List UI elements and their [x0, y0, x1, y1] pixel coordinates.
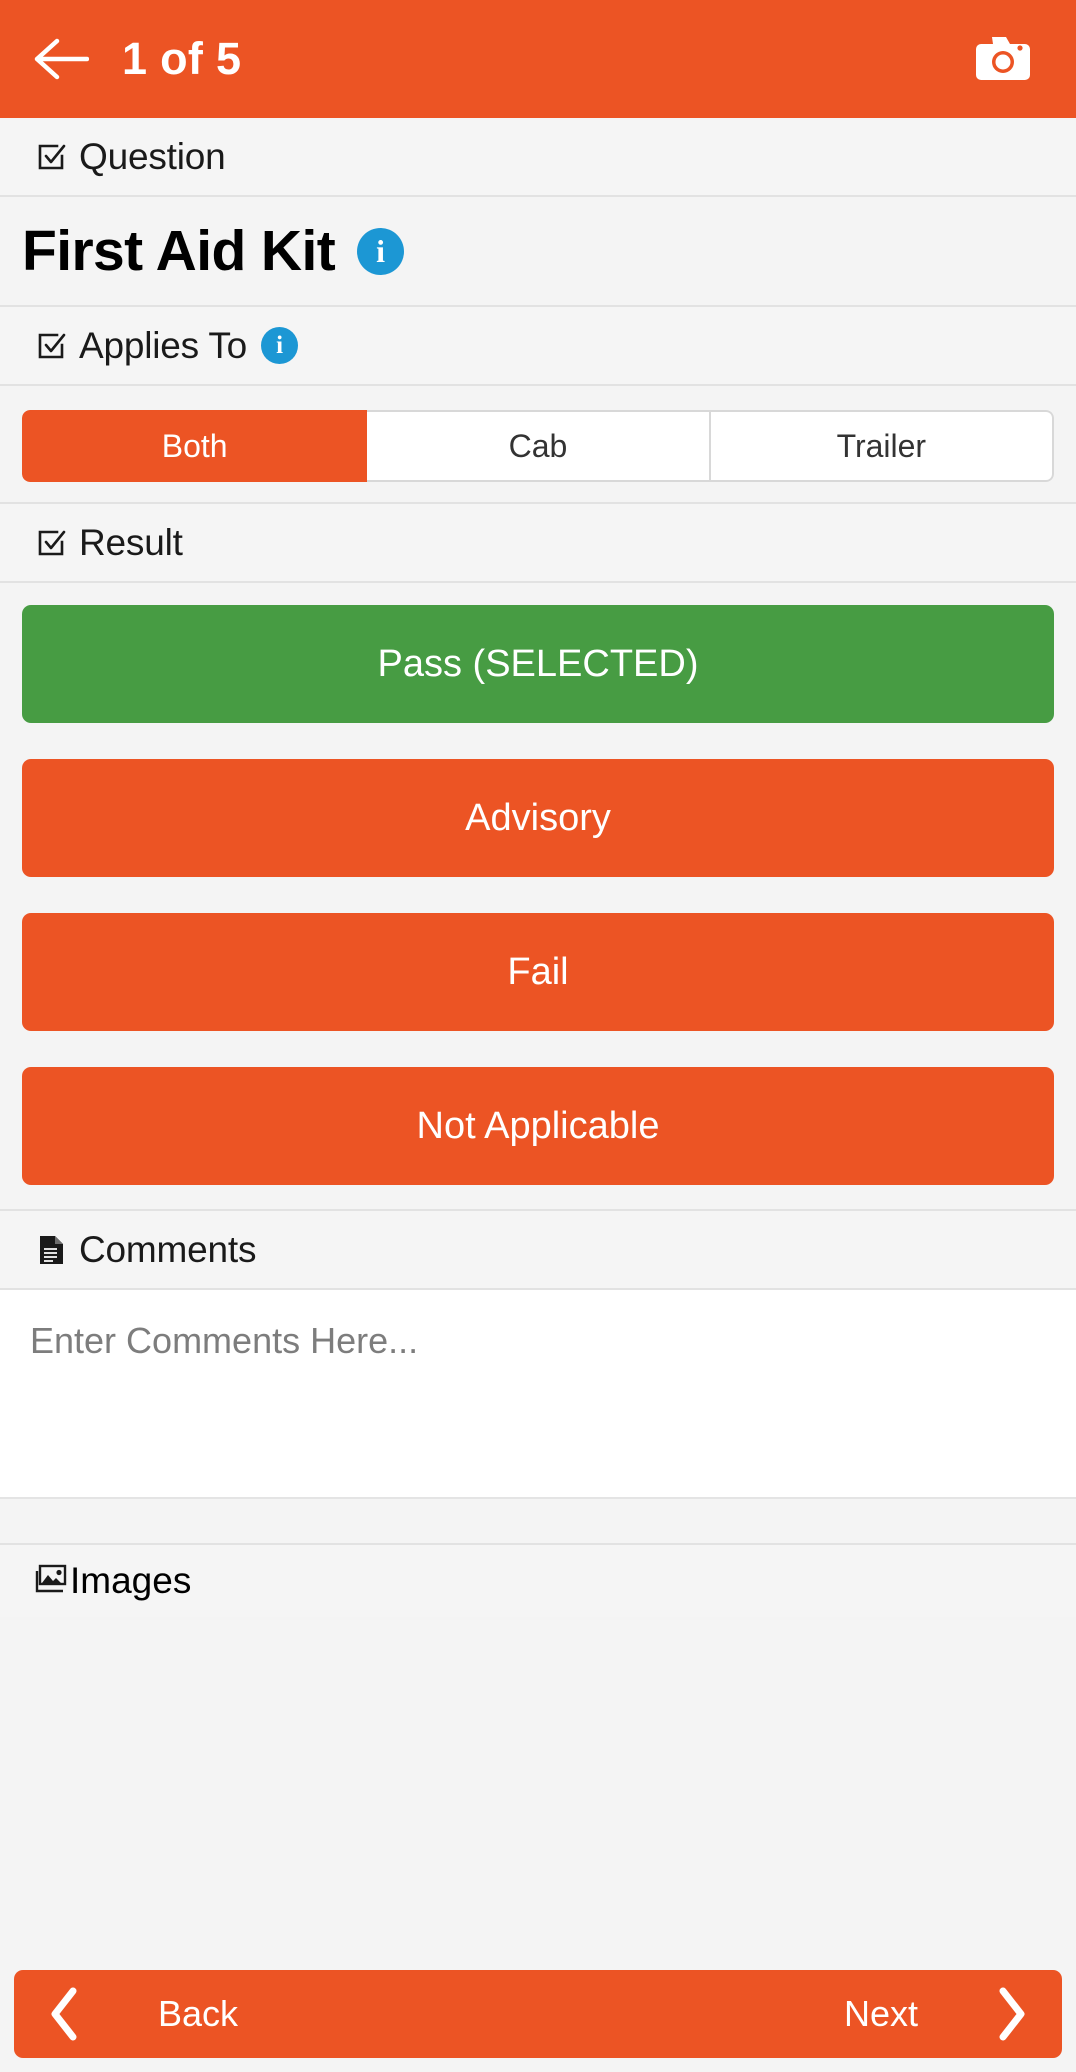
question-info-icon[interactable]: i — [357, 227, 405, 275]
question-title-row: First Aid Kit i — [0, 197, 1076, 307]
section-label-question: Question — [79, 135, 226, 177]
section-header-result: Result — [0, 504, 1076, 583]
segment-option-trailer[interactable]: Trailer — [710, 410, 1054, 482]
section-label-result: Result — [79, 521, 183, 563]
camera-icon — [972, 31, 1034, 88]
section-label-comments: Comments — [79, 1228, 257, 1270]
section-header-applies-to: Applies To i — [0, 307, 1076, 386]
result-options: Pass (SELECTED) Advisory Fail Not Applic… — [0, 583, 1076, 1211]
result-button-not-applicable[interactable]: Not Applicable — [22, 1067, 1054, 1185]
page-title: 1 of 5 — [122, 33, 242, 84]
applies-to-info-icon[interactable]: i — [261, 327, 299, 364]
section-label-applies-to: Applies To — [79, 324, 248, 366]
chevron-left-icon — [48, 1986, 82, 2042]
comments-input[interactable] — [0, 1290, 1076, 1497]
section-header-comments: Comments — [0, 1211, 1076, 1290]
applies-to-control-wrap: Both Cab Trailer — [0, 386, 1076, 504]
segment-option-both[interactable]: Both — [22, 410, 368, 482]
app-bar: 1 of 5 — [0, 0, 1076, 118]
applies-to-segmented-control: Both Cab Trailer — [22, 410, 1054, 482]
checkbox-checked-icon — [34, 140, 68, 174]
question-text: First Aid Kit — [22, 219, 336, 283]
result-button-advisory[interactable]: Advisory — [22, 759, 1054, 877]
arrow-left-icon — [33, 36, 89, 82]
camera-button[interactable] — [966, 26, 1040, 92]
bottom-navigation-bar: Back Next — [14, 1970, 1062, 2058]
next-nav-button[interactable]: Next — [538, 1970, 1062, 2058]
section-header-images: Images — [0, 1545, 1076, 1617]
section-label-images: Images — [70, 1560, 192, 1601]
document-icon — [34, 1233, 68, 1267]
back-nav-label: Back — [158, 1993, 239, 2034]
next-nav-label: Next — [843, 1993, 918, 2034]
chevron-right-icon — [994, 1986, 1028, 2042]
back-button[interactable] — [28, 26, 94, 92]
result-button-fail[interactable]: Fail — [22, 913, 1054, 1031]
section-header-question: Question — [0, 118, 1076, 197]
comments-spacer — [0, 1497, 1076, 1545]
photos-icon — [34, 1563, 70, 1600]
mobile-inspection-screen: 1 of 5 Question First Aid Kit i Applies … — [0, 0, 1076, 2072]
segment-option-cab[interactable]: Cab — [367, 410, 711, 482]
checkbox-checked-icon — [34, 329, 68, 363]
content-scroll-area: Question First Aid Kit i Applies To i Bo… — [0, 118, 1076, 2072]
result-button-pass[interactable]: Pass (SELECTED) — [22, 605, 1054, 723]
checkbox-checked-icon — [34, 526, 68, 560]
back-nav-button[interactable]: Back — [14, 1970, 538, 2058]
